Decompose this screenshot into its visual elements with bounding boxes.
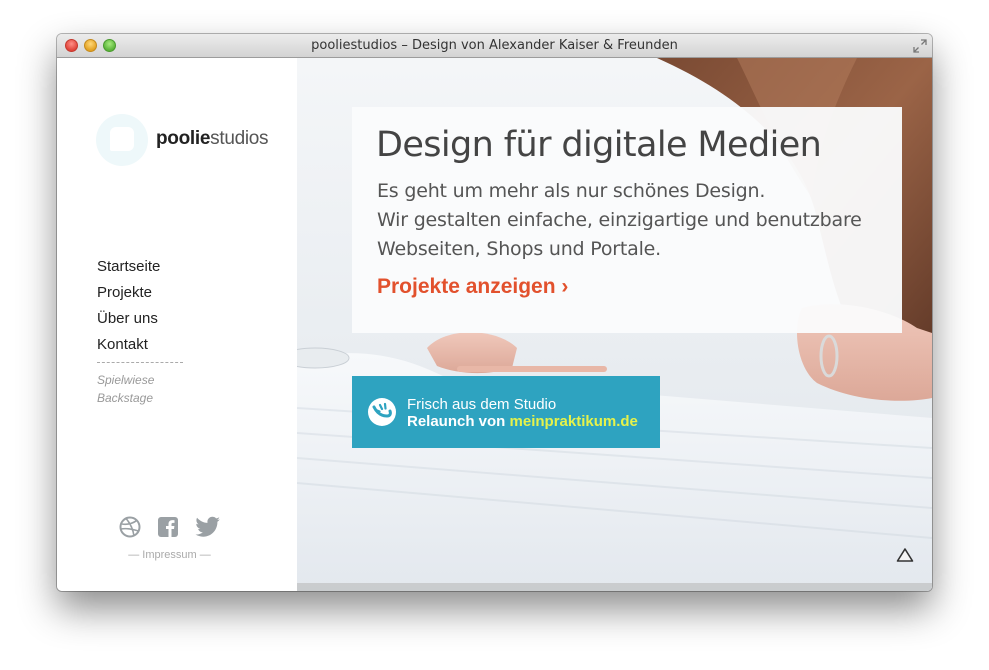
nav-item-backstage[interactable]: Backstage bbox=[97, 390, 154, 408]
social-links bbox=[119, 516, 227, 540]
hero-section: Design für digitale Medien Es geht um me… bbox=[297, 58, 932, 591]
title-bar[interactable]: pooliestudios – Design von Alexander Kai… bbox=[57, 34, 932, 58]
browser-window: pooliestudios – Design von Alexander Kai… bbox=[57, 34, 932, 591]
nav-item-projekte[interactable]: Projekte bbox=[97, 284, 160, 310]
hero-headline: Design für digitale Medien bbox=[376, 125, 822, 165]
studio-banner-highlight: meinpraktikum.de bbox=[509, 413, 638, 430]
studio-banner-prefix: Relaunch von bbox=[407, 413, 510, 430]
hero-text-line-1: Es geht um mehr als nur schönes Design. bbox=[377, 180, 766, 202]
nav-item-ueber-uns[interactable]: Über uns bbox=[97, 310, 160, 336]
show-projects-link[interactable]: Projekte anzeigen › bbox=[377, 275, 568, 299]
nav-divider bbox=[97, 362, 183, 363]
logo-text-bold: poolie bbox=[156, 128, 211, 149]
nav-item-kontakt[interactable]: Kontakt bbox=[97, 336, 160, 362]
page-content: pooliestudios Startseite Projekte Über u… bbox=[57, 58, 932, 591]
studio-news-banner[interactable]: Frisch aus dem Studio Relaunch von meinp… bbox=[352, 376, 660, 448]
impressum-link[interactable]: — Impressum — bbox=[57, 549, 282, 561]
secondary-navigation: Spielwiese Backstage bbox=[97, 372, 154, 408]
hero-text-line-2: Wir gestalten einfache, einzigartige und… bbox=[377, 209, 862, 231]
twitter-icon[interactable] bbox=[195, 516, 221, 538]
main-navigation: Startseite Projekte Über uns Kontakt bbox=[97, 258, 160, 362]
facebook-icon[interactable] bbox=[157, 516, 179, 538]
horizontal-scrollbar[interactable] bbox=[297, 583, 932, 591]
hero-card: Design für digitale Medien Es geht um me… bbox=[352, 107, 902, 333]
screen: pooliestudios – Design von Alexander Kai… bbox=[0, 0, 989, 670]
sidebar: pooliestudios Startseite Projekte Über u… bbox=[57, 58, 297, 591]
studio-banner-title: Frisch aus dem Studio bbox=[407, 396, 557, 413]
hero-text-line-3: Webseiten, Shops und Portale. bbox=[377, 238, 661, 260]
scroll-to-top-icon[interactable] bbox=[896, 547, 914, 563]
dribbble-icon[interactable] bbox=[119, 516, 141, 538]
logo-mark-icon[interactable] bbox=[96, 114, 148, 166]
studio-badge-icon bbox=[368, 398, 396, 426]
studio-banner-subtitle: Relaunch von meinpraktikum.de bbox=[407, 413, 638, 430]
nav-item-startseite[interactable]: Startseite bbox=[97, 258, 160, 284]
fullscreen-icon[interactable] bbox=[913, 39, 927, 53]
site-logo[interactable]: pooliestudios bbox=[156, 128, 269, 150]
window-title: pooliestudios – Design von Alexander Kai… bbox=[311, 38, 678, 53]
nav-item-spielwiese[interactable]: Spielwiese bbox=[97, 372, 154, 390]
logo-text-light: studios bbox=[210, 128, 269, 149]
